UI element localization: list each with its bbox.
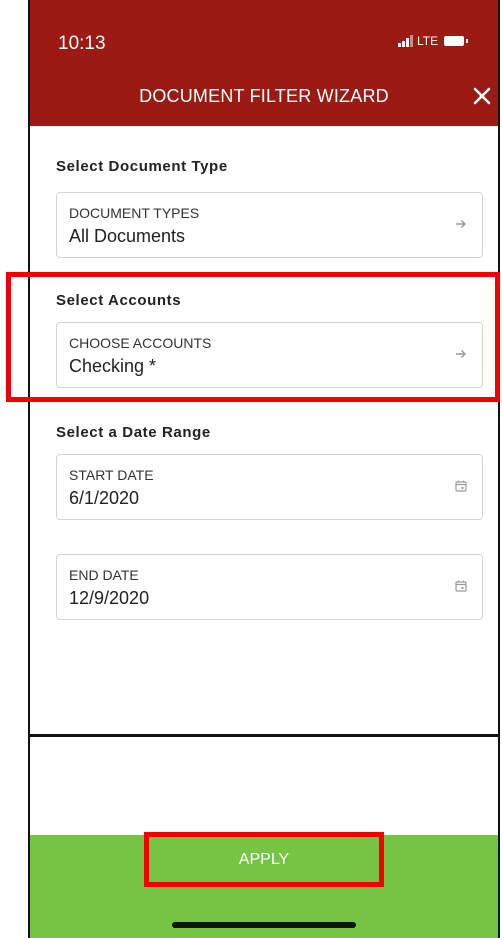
page-title: DOCUMENT FILTER WIZARD [139, 86, 389, 106]
accounts-highlight-box [6, 272, 500, 402]
section-divider [30, 734, 498, 737]
section-label-date-range: Select a Date Range [56, 424, 211, 441]
arrow-right-icon [454, 217, 468, 231]
end-date-field[interactable]: END DATE 12/9/2020 [56, 554, 483, 620]
field-caption: END DATE [69, 567, 139, 583]
close-icon[interactable] [470, 84, 494, 108]
field-caption: DOCUMENT TYPES [69, 205, 200, 221]
calendar-icon [454, 479, 468, 493]
document-types-field[interactable]: DOCUMENT TYPES All Documents [56, 192, 483, 258]
apply-button[interactable]: APPLY [144, 832, 384, 887]
field-value: 12/9/2020 [69, 588, 150, 608]
calendar-icon [454, 579, 468, 593]
network-label: LTE [417, 34, 439, 48]
battery-icon [444, 36, 469, 46]
frame-border-right [498, 0, 500, 938]
phone-screen: 10:13 LTE DOCUMENT FILTER WIZARD Select … [0, 0, 502, 938]
signal-icon [398, 35, 413, 47]
header-bar [30, 0, 498, 126]
frame-border-left [28, 0, 30, 938]
status-time: 10:13 [58, 33, 106, 54]
field-caption: START DATE [69, 467, 154, 483]
home-indicator[interactable] [172, 922, 356, 928]
start-date-field[interactable]: START DATE 6/1/2020 [56, 454, 483, 520]
status-indicators: LTE [398, 34, 469, 48]
field-value: 6/1/2020 [69, 488, 140, 508]
section-label-document-type: Select Document Type [56, 158, 228, 175]
field-value: All Documents [69, 226, 186, 246]
